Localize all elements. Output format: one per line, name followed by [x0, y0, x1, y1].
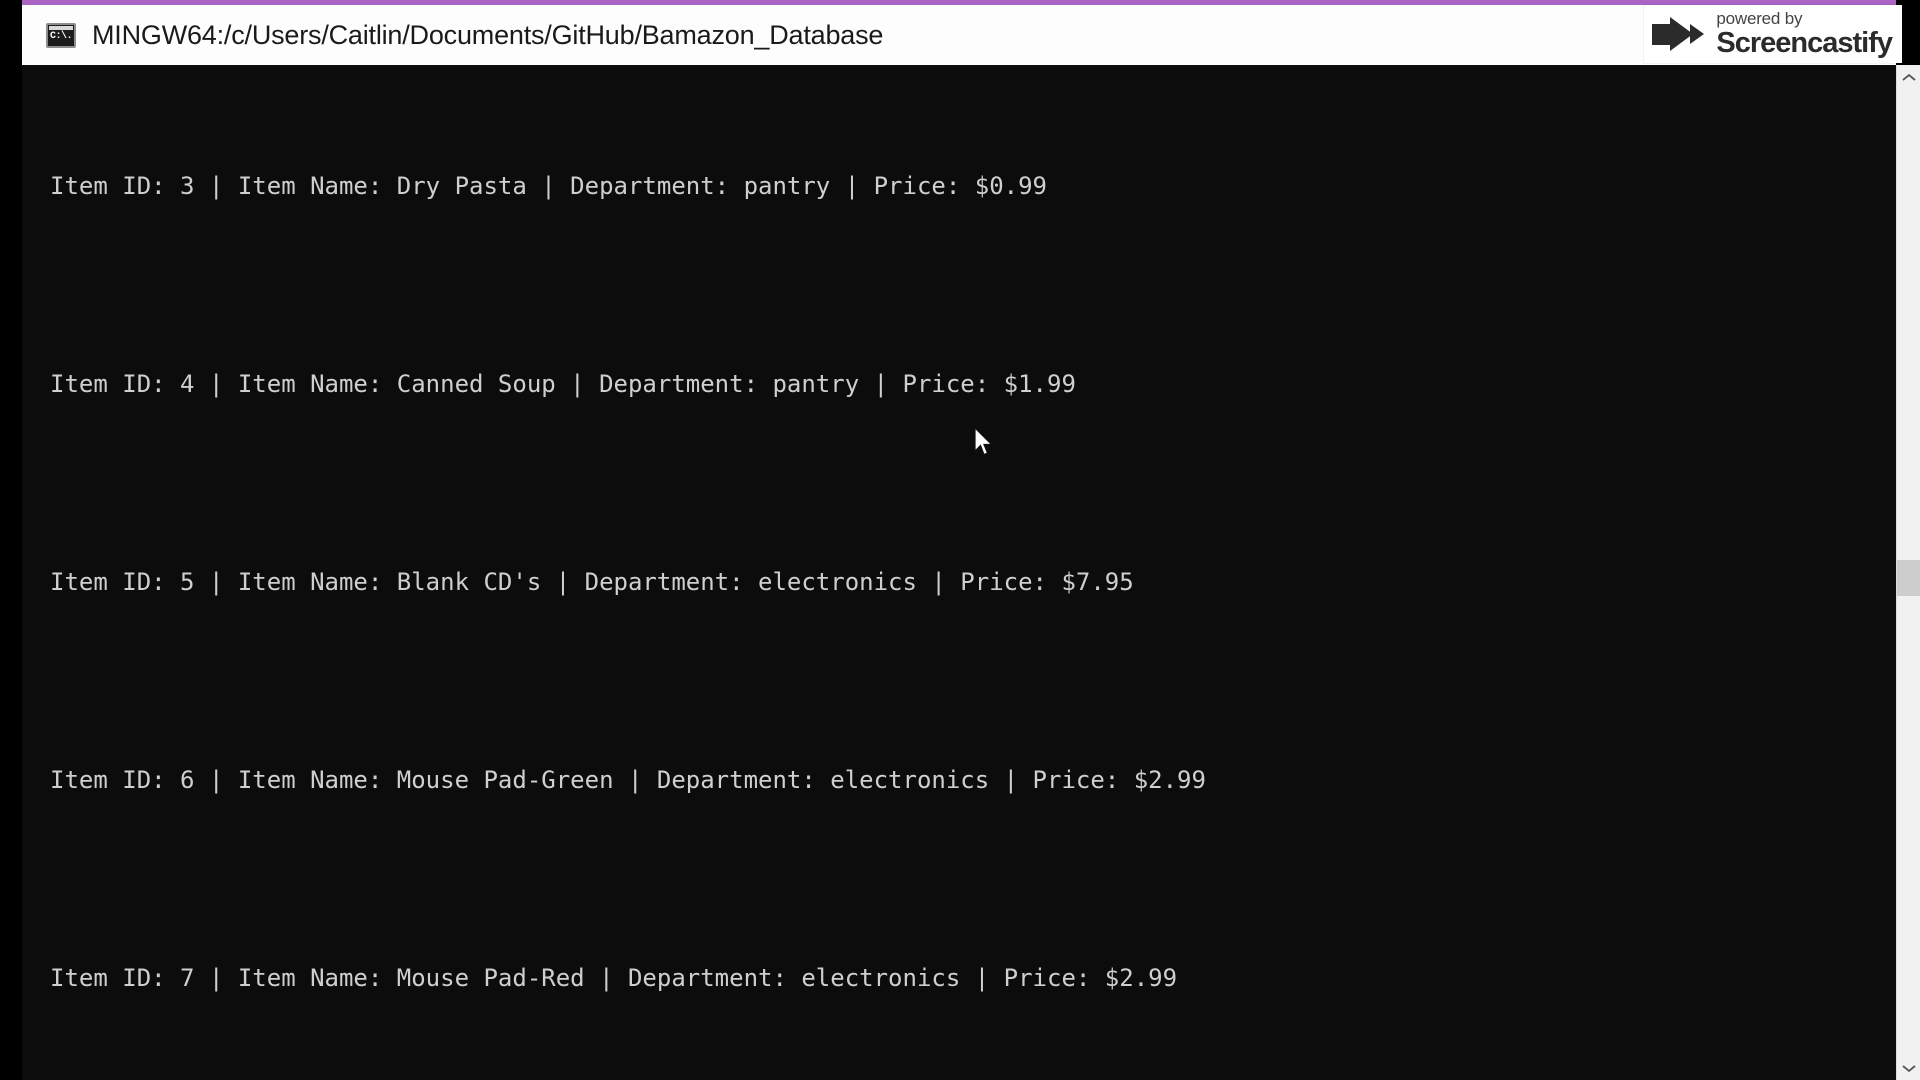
terminal-line-item: Item ID: 6 | Item Name: Mouse Pad-Green …: [50, 766, 1206, 794]
terminal-window: MINGW64:/c/Users/Caitlin/Documents/GitHu…: [22, 0, 1920, 1080]
screencastify-brand-label: Screencastify: [1716, 27, 1893, 59]
console-icon: [46, 22, 76, 48]
scroll-down-arrow-icon[interactable]: [1897, 1056, 1920, 1080]
terminal-line-item: Item ID: 4 | Item Name: Canned Soup | De…: [50, 370, 1076, 398]
scrollbar-thumb[interactable]: [1897, 560, 1920, 596]
terminal-line-item: Item ID: 5 | Item Name: Blank CD's | Dep…: [50, 568, 1134, 596]
window-titlebar[interactable]: MINGW64:/c/Users/Caitlin/Documents/GitHu…: [22, 5, 1896, 65]
screen-root: MINGW64:/c/Users/Caitlin/Documents/GitHu…: [0, 0, 1920, 1080]
terminal-output[interactable]: Item ID: 3 | Item Name: Dry Pasta | Depa…: [22, 65, 1896, 1080]
terminal-line-item: Item ID: 3 | Item Name: Dry Pasta | Depa…: [50, 172, 1047, 200]
screencastify-overlay: powered by Screencastify: [1644, 5, 1902, 63]
window-title: MINGW64:/c/Users/Caitlin/Documents/GitHu…: [92, 19, 884, 50]
powered-by-label: powered by: [1716, 9, 1803, 28]
scroll-up-arrow-icon[interactable]: [1897, 65, 1920, 89]
screencastify-logo-icon: [1650, 13, 1708, 55]
vertical-scrollbar[interactable]: [1896, 65, 1920, 1080]
terminal-line-item: Item ID: 7 | Item Name: Mouse Pad-Red | …: [50, 964, 1178, 992]
